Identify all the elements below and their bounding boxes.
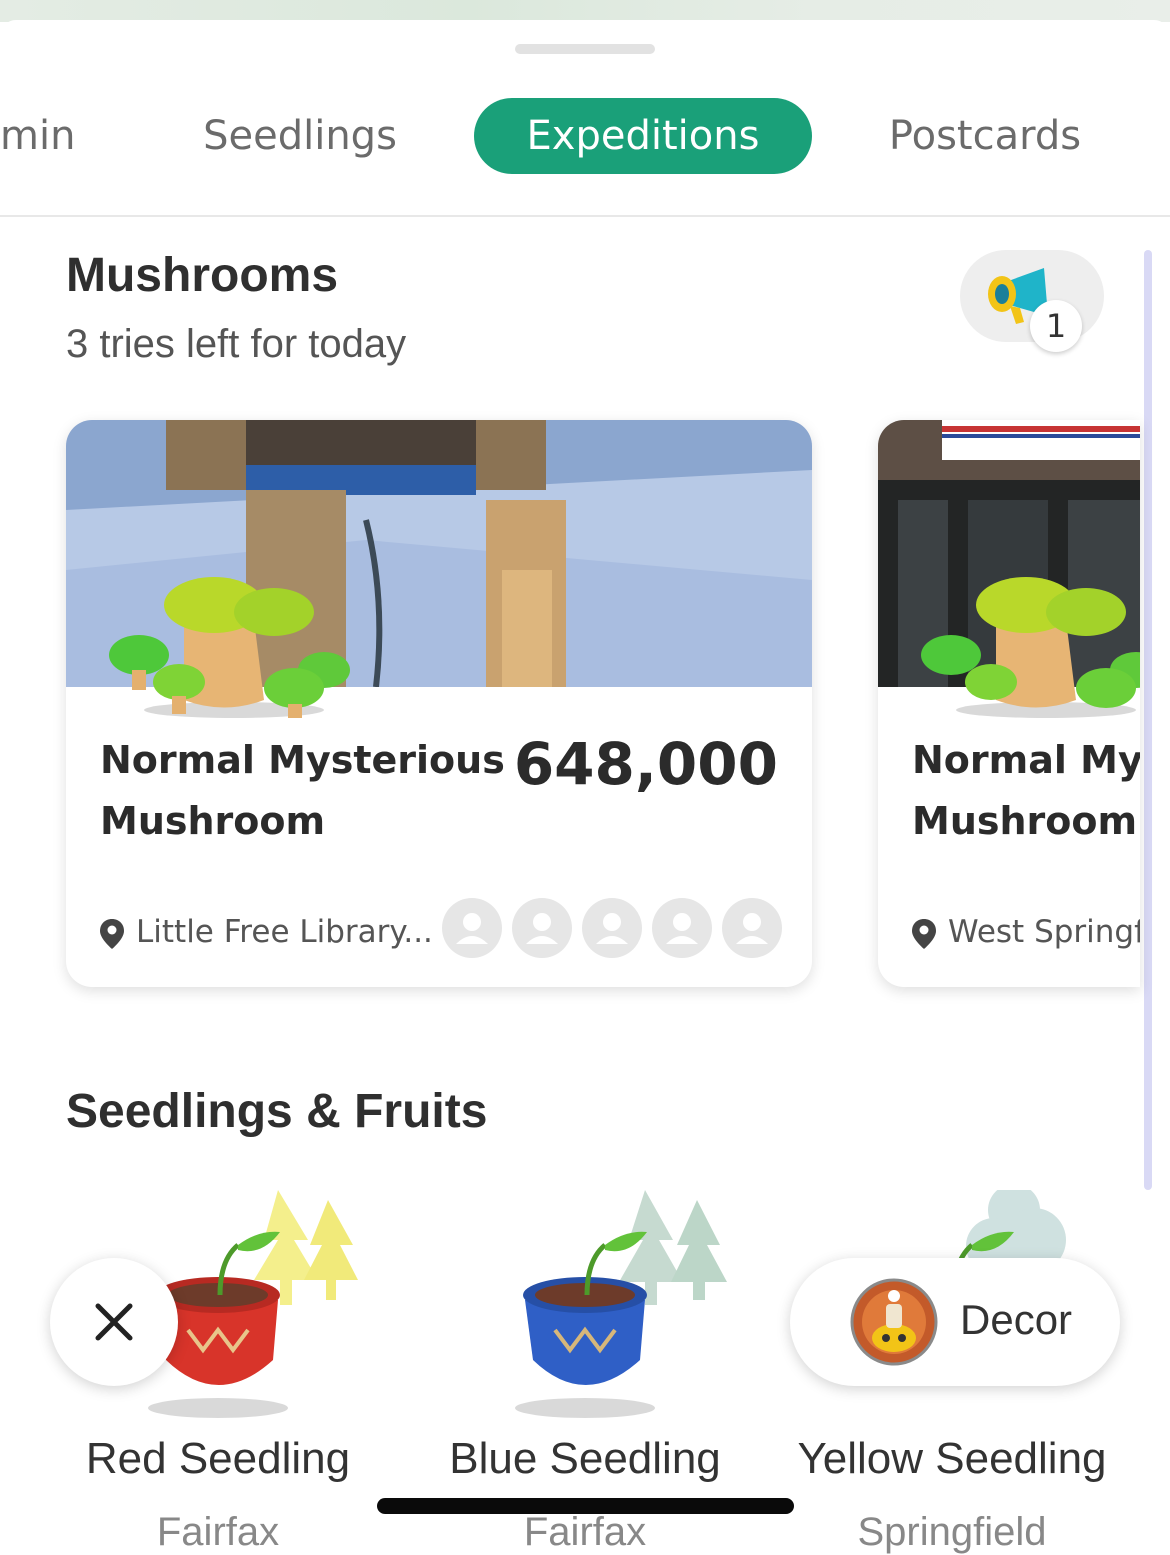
mushroom-icon: [921, 577, 1140, 718]
tab-expeditions[interactable]: Expeditions: [474, 98, 812, 174]
empty-avatar-icon: [442, 898, 502, 958]
mushrooms-subtitle: 3 tries left for today: [66, 322, 407, 366]
decor-icon: [850, 1278, 938, 1366]
seedlings-title: Seedlings & Fruits: [66, 1085, 488, 1138]
mushroom-hp-count: 648,000: [513, 730, 778, 798]
mushroom-location: Little Free Library...: [100, 914, 433, 950]
empty-avatar-icon: [722, 898, 782, 958]
decor-label: Decor: [960, 1296, 1073, 1343]
seedling-location: Fairfax: [156, 1510, 280, 1554]
location-label: West Springf: [948, 914, 1140, 950]
close-button[interactable]: [50, 1258, 178, 1386]
decor-button[interactable]: Decor: [790, 1258, 1120, 1386]
tab-divider: [0, 215, 1170, 217]
location-pin-icon: [100, 918, 124, 949]
location-label: Little Free Library...: [136, 914, 433, 950]
blue-seedling-icon: [515, 1190, 727, 1418]
mushrooms-title: Mushrooms: [66, 249, 339, 302]
empty-avatar-icon: [582, 898, 642, 958]
home-indicator[interactable]: [377, 1498, 794, 1514]
mushroom-location: West Springf: [912, 914, 1140, 950]
seedling-location: Fairfax: [523, 1510, 647, 1554]
mushroom-icon: [109, 577, 350, 718]
mushroom-card[interactable]: Normal Mysterious Mushroom 648,000 Littl…: [66, 420, 812, 987]
sheet-grabber[interactable]: [515, 44, 655, 54]
mushroom-card[interactable]: Normal Mys Mushroom West Springf: [878, 420, 1140, 987]
seedling-name: Blue Seedling: [449, 1434, 721, 1483]
location-pin-icon: [912, 918, 936, 949]
tab-seedlings[interactable]: Seedlings: [200, 98, 400, 174]
scrollbar[interactable]: [1144, 250, 1152, 1190]
tab-min[interactable]: min: [0, 98, 100, 174]
map-background: [0, 0, 1170, 22]
mushroom-name: Normal Mysterious Mushroom: [100, 738, 505, 843]
megaphone-count-badge: 1: [1030, 300, 1082, 352]
empty-avatar-icon: [512, 898, 572, 958]
seedling-name: Red Seedling: [85, 1434, 351, 1483]
empty-avatar-icon: [652, 898, 712, 958]
mushroom-name: Normal Mys Mushroom: [912, 738, 1140, 843]
seedling-name: Yellow Seedling: [797, 1434, 1107, 1483]
close-icon: [95, 1303, 133, 1341]
tab-postcards[interactable]: Postcards: [880, 98, 1090, 174]
participant-slots: [432, 898, 782, 958]
seedling-location: Springfield: [857, 1510, 1047, 1554]
